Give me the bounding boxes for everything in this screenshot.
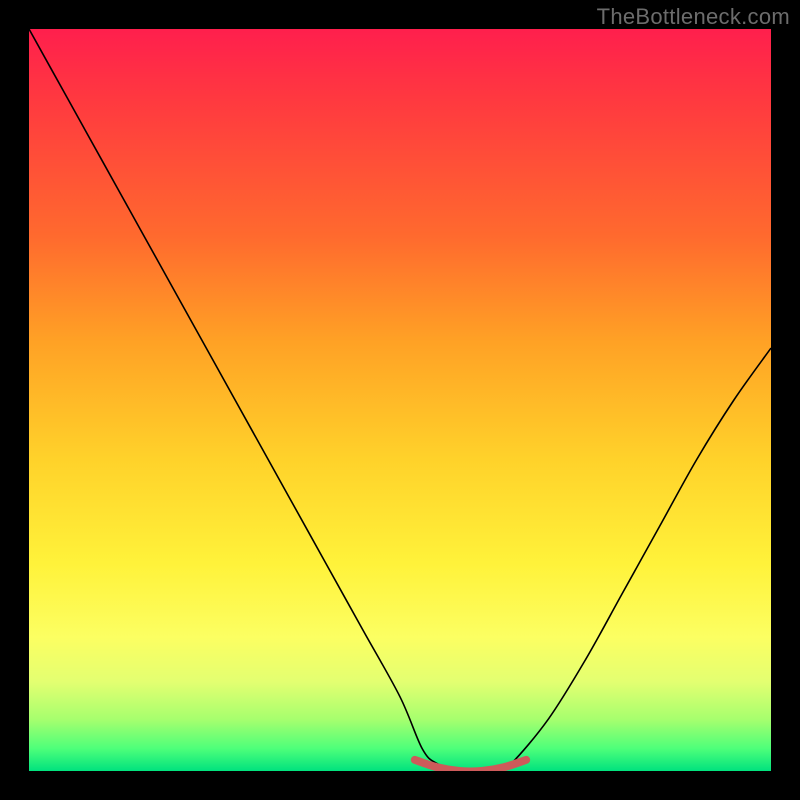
flat-bottom-highlight xyxy=(415,760,526,771)
curve-svg xyxy=(29,29,771,771)
chart-frame: TheBottleneck.com xyxy=(0,0,800,800)
watermark-text: TheBottleneck.com xyxy=(597,4,790,30)
plot-area xyxy=(29,29,771,771)
bottleneck-curve xyxy=(29,29,771,771)
